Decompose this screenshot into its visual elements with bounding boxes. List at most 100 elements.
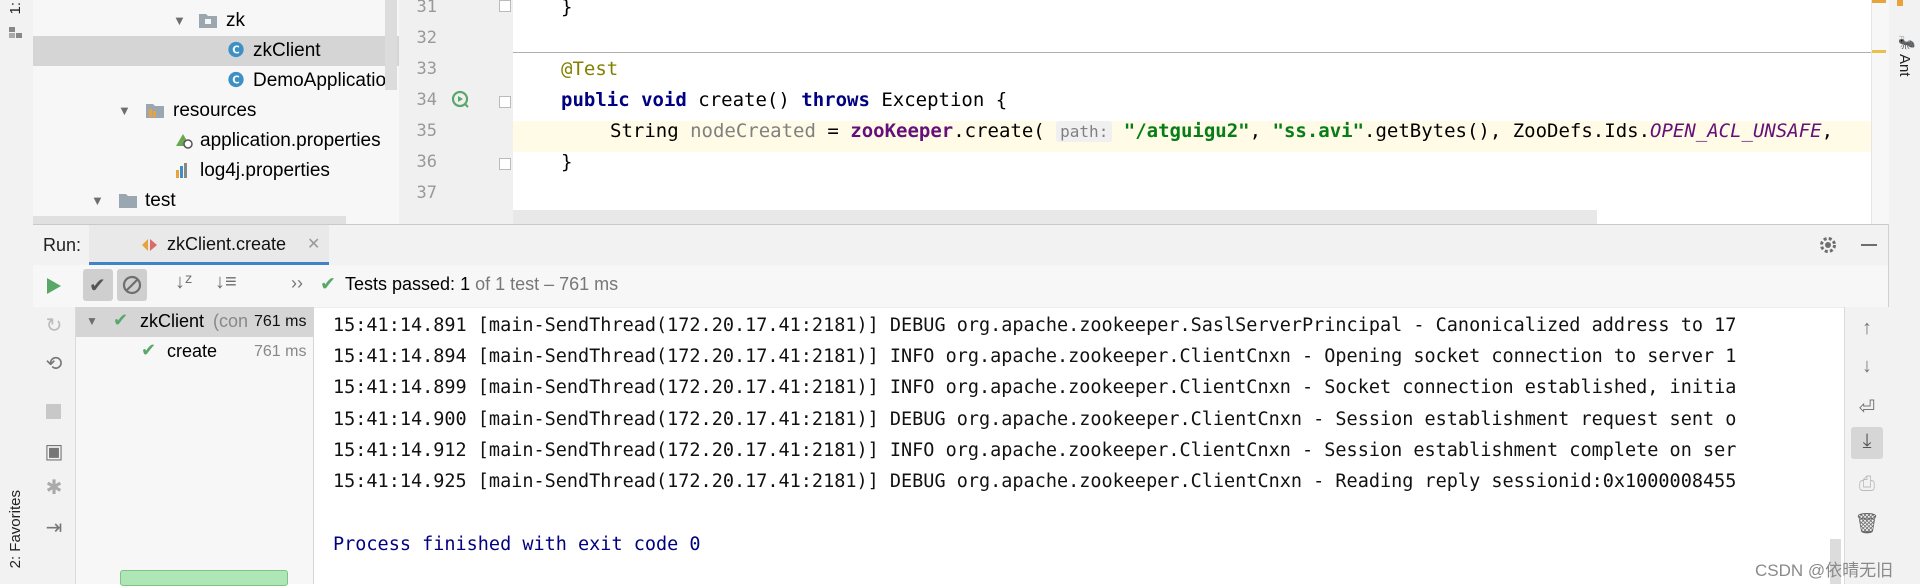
- code-line-33: @Test: [561, 54, 618, 85]
- soft-wrap-icon[interactable]: ⏎: [1852, 395, 1882, 420]
- favorites-tool-tab[interactable]: 2: Favorites: [7, 490, 24, 568]
- expand-arrow-icon[interactable]: ▼: [118, 96, 131, 126]
- log-line: 15:41:14.899 [main-SendThread(172.20.17.…: [333, 377, 1737, 398]
- test-row-create[interactable]: ✔ create 761 ms: [76, 337, 313, 367]
- show-ignored-toggle[interactable]: [117, 269, 147, 301]
- rerun-failed-icon[interactable]: ↻: [39, 313, 69, 338]
- run-label: Run:: [43, 235, 82, 255]
- scroll-to-end-icon: ⤓: [1862, 430, 1872, 452]
- test-detail: (con: [213, 311, 249, 331]
- run-toolbar: ✔ ↓ᶻ ↓≡ ›› ✔ Tests passed: 1 of 1 test –…: [33, 265, 1888, 307]
- line-number: 37: [416, 183, 437, 203]
- folder-icon: [199, 14, 217, 28]
- svg-text:C: C: [232, 45, 239, 56]
- code-line-35: String nodeCreated = zooKeeper.create( p…: [610, 116, 1833, 147]
- code-token: .create(: [953, 120, 1057, 142]
- line-number: 32: [416, 28, 437, 48]
- camera-icon[interactable]: ▣: [39, 439, 69, 464]
- tests-passed-icon: ✔: [320, 274, 336, 295]
- parameter-hint: path:: [1056, 121, 1113, 142]
- tab-zkclient-create[interactable]: zkClient.create ✕: [89, 225, 329, 265]
- ignored-icon: [122, 275, 142, 295]
- tree-item-demoapplication[interactable]: C DemoApplication: [33, 66, 399, 96]
- code-line-31: }: [561, 0, 572, 23]
- tab-label: zkClient.create: [167, 234, 287, 254]
- tree-item-application-properties[interactable]: application.properties: [33, 126, 399, 156]
- trash-icon[interactable]: 🗑: [1852, 511, 1882, 536]
- minimize-icon[interactable]: [1861, 244, 1877, 246]
- tree-item-label: zkClient: [253, 40, 321, 61]
- settings-icon[interactable]: ✱: [39, 475, 69, 500]
- more-actions-button[interactable]: ››: [291, 273, 303, 294]
- properties-file-icon: [176, 134, 193, 149]
- status-prefix: Tests passed:: [345, 274, 461, 294]
- tree-item-label: test: [145, 190, 176, 211]
- project-tool-tab[interactable]: 1:: [7, 2, 24, 15]
- string-token: "/atguigu2": [1123, 120, 1250, 142]
- tree-item-log4j-properties[interactable]: log4j.properties: [33, 156, 399, 186]
- test-row-zkclient[interactable]: ▼ ✔ zkClient (con 761 ms: [76, 307, 313, 337]
- log-line: 15:41:14.900 [main-SendThread(172.20.17.…: [333, 409, 1737, 430]
- method-separator: [513, 52, 1871, 53]
- right-tool-strip: 🐜 Ant: [1888, 0, 1920, 584]
- code-editor[interactable]: } @Test public void create() throws Exce…: [513, 0, 1871, 224]
- keyword-token: public: [561, 89, 630, 111]
- line-number: 34: [416, 90, 437, 110]
- ant-icon: 🐜: [1898, 34, 1916, 50]
- test-results-tree: ▼ ✔ zkClient (con 761 ms ✔ create 761 ms: [76, 307, 314, 586]
- tree-item-test[interactable]: ▼ test: [33, 186, 399, 216]
- rerun-icon[interactable]: [45, 276, 63, 296]
- warning-marker[interactable]: [1872, 0, 1886, 3]
- resources-folder-icon: [146, 104, 164, 118]
- editor-horizontal-scrollbar[interactable]: [513, 210, 1597, 224]
- test-duration: 761 ms: [254, 313, 307, 330]
- expand-arrow-icon[interactable]: ▼: [173, 6, 186, 36]
- status-suffix: of 1 test – 761 ms: [470, 274, 619, 294]
- test-name: create: [167, 341, 218, 361]
- tree-item-zk[interactable]: ▼ zk: [33, 6, 399, 36]
- warning-marker[interactable]: [1872, 50, 1886, 53]
- expand-arrow-icon[interactable]: ▼: [91, 186, 104, 216]
- test-passed-icon: ✔: [113, 310, 129, 330]
- tree-item-resources[interactable]: ▼ resources: [33, 96, 399, 126]
- log-line: 15:41:14.925 [main-SendThread(172.20.17.…: [333, 471, 1737, 492]
- folder-icon: [119, 194, 137, 208]
- code-token: .getBytes(), ZooDefs.Ids.: [1364, 120, 1651, 142]
- scroll-down-icon[interactable]: ↓: [1852, 355, 1882, 378]
- tree-item-zkclient[interactable]: C zkClient: [33, 36, 399, 66]
- expand-arrow-icon[interactable]: ▼: [86, 314, 98, 328]
- gear-icon[interactable]: [1817, 234, 1839, 256]
- code-line-34: public void create() throws Exception {: [561, 85, 1007, 116]
- log-line: 15:41:14.912 [main-SendThread(172.20.17.…: [333, 440, 1737, 461]
- tree-horizontal-scrollbar[interactable]: [33, 216, 346, 224]
- print-icon[interactable]: ⎙: [1852, 473, 1882, 496]
- structure-icon[interactable]: [9, 26, 23, 38]
- fold-icon[interactable]: [499, 96, 511, 108]
- scroll-up-icon[interactable]: ↑: [1852, 317, 1882, 340]
- run-test-gutter-icon[interactable]: [451, 90, 471, 110]
- test-status-text: Tests passed: 1 of 1 test – 761 ms: [345, 274, 618, 295]
- fold-icon[interactable]: [499, 0, 511, 12]
- ant-tool-tab[interactable]: Ant: [1896, 54, 1913, 77]
- marker-icon: [1897, 0, 1903, 6]
- log-line: 15:41:14.894 [main-SendThread(172.20.17.…: [333, 346, 1737, 367]
- toggle-auto-test-icon[interactable]: ⟲: [39, 351, 69, 376]
- code-token: }: [561, 151, 573, 173]
- sort-alphabetically-icon[interactable]: ↓ᶻ: [175, 271, 192, 294]
- tree-item-label: log4j.properties: [200, 160, 330, 181]
- sort-by-duration-icon[interactable]: ↓≡: [215, 271, 237, 294]
- scroll-to-end-toggle[interactable]: ⤓: [1851, 427, 1883, 459]
- console-output[interactable]: 15:41:14.891 [main-SendThread(172.20.17.…: [314, 307, 1844, 584]
- code-token: create(): [686, 89, 802, 111]
- tree-vertical-scrollbar[interactable]: [385, 0, 397, 90]
- tree-item-label: application.properties: [200, 130, 381, 151]
- variable-token: nodeCreated: [690, 120, 816, 142]
- close-tab-icon[interactable]: ✕: [307, 234, 320, 254]
- line-number: 31: [416, 0, 437, 17]
- code-token: ,: [1821, 120, 1834, 142]
- fold-icon[interactable]: [499, 158, 511, 170]
- code-token: String: [610, 120, 691, 142]
- import-icon[interactable]: ⇥: [39, 515, 69, 540]
- show-passed-toggle[interactable]: ✔: [83, 269, 113, 301]
- stop-icon[interactable]: [46, 404, 61, 419]
